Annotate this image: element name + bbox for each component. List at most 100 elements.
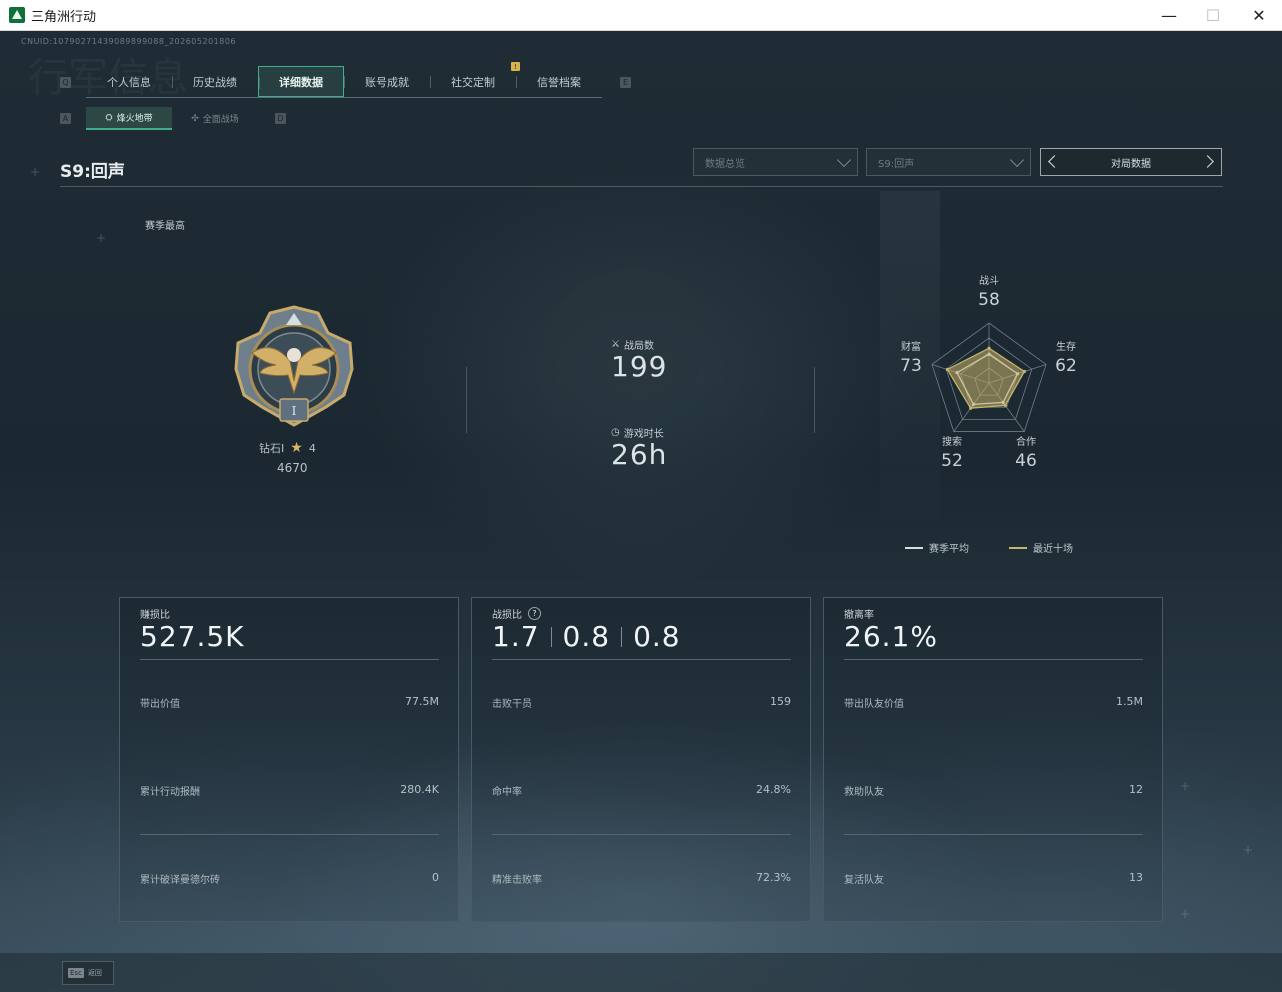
select-value: S9:回声 [878, 158, 915, 170]
data-type-select[interactable]: 数据总览 [693, 148, 858, 176]
radar-axis-label: 战斗 [979, 275, 999, 287]
card-value: 527.5K [140, 620, 245, 653]
divider [550, 626, 552, 647]
mode-subtabs: ⛭ 烽火地带 ✣ 全面战场 [86, 107, 258, 130]
subtab-operations[interactable]: ⛭ 烽火地带 [86, 107, 172, 130]
series-recent-point [969, 406, 973, 410]
window-titlebar: 三角洲行动 — ☐ ✕ [0, 0, 1282, 31]
row-value: 280.4K [400, 783, 439, 796]
tab-reputation[interactable]: 信誉档案 [516, 66, 602, 97]
tab-achievements[interactable]: 账号成就 [344, 66, 430, 97]
tab-social-custom[interactable]: 社交定制 ! [430, 62, 520, 97]
legend-recent: 最近十场 [1009, 540, 1073, 555]
kd-card: 战损比 ? 1.7 0.8 0.8 击败干员 159 命中率 24.8% 精准击败率… [471, 597, 811, 922]
subtab-prev-key[interactable]: A [60, 113, 71, 124]
svg-text:I: I [292, 404, 297, 418]
tab-personal-info[interactable]: 个人信息 [86, 66, 172, 97]
crossed-swords-icon: ⚔ [611, 339, 620, 350]
legend-label: 最近十场 [1033, 544, 1073, 555]
page-title: S9:回声 [60, 162, 125, 182]
tab-label: 个人信息 [107, 75, 151, 89]
star-icon: ★ [290, 440, 303, 456]
tab-prev-key[interactable]: Q [60, 77, 71, 88]
radar-axis-value: 52 [941, 451, 963, 471]
stat-row: 累计行动报酬 280.4K [140, 783, 439, 798]
subtab-next-key[interactable]: D [275, 113, 286, 124]
deco-plus-icon: + [1180, 779, 1191, 793]
card-divider [844, 834, 1143, 835]
legend-season-avg: 赛季平均 [905, 540, 969, 555]
row-value: 13 [1129, 871, 1143, 884]
card-divider [492, 659, 791, 660]
row-value: 159 [770, 695, 791, 708]
help-icon[interactable]: ? [528, 607, 541, 620]
switcher-label: 对局数据 [1111, 158, 1151, 170]
operations-icon: ⛭ [105, 112, 113, 123]
season-select[interactable]: S9:回声 [866, 148, 1031, 176]
chevron-right-icon[interactable] [1201, 155, 1214, 168]
row-value: 72.3% [756, 871, 791, 884]
esc-key: Esc [68, 968, 84, 978]
card-divider [140, 834, 439, 835]
series-recent-point [945, 367, 949, 372]
legend-line [1009, 546, 1027, 549]
divider [814, 367, 815, 433]
minimize-button[interactable]: — [1146, 0, 1192, 31]
card-value: 26.1% [844, 620, 938, 653]
back-label: 返回 [87, 969, 102, 977]
stat-row: 累计破译曼德尔砖 0 [140, 871, 439, 886]
row-label: 命中率 [492, 787, 522, 798]
series-recent-point [987, 346, 991, 350]
rank-stars: 4 [308, 441, 316, 455]
rank-name: 钻石I [259, 442, 285, 455]
match-data-switcher[interactable]: 对局数据 [1040, 148, 1222, 176]
chevron-left-icon[interactable] [1048, 155, 1061, 168]
row-value: 77.5M [405, 695, 439, 708]
maximize-button[interactable]: ☐ [1190, 0, 1236, 31]
card-divider [492, 834, 791, 835]
row-label: 精准击败率 [492, 875, 542, 886]
radar-axis-value: 73 [900, 356, 922, 376]
card-label-text: 战损比 [492, 610, 522, 621]
kd-values: 1.7 0.8 0.8 [492, 620, 681, 653]
chevron-down-icon [1009, 152, 1025, 168]
stat-row: 击败干员 159 [492, 695, 791, 710]
kd-value: 0.8 [562, 620, 611, 653]
series-recent [946, 347, 1026, 409]
series-recent-point [1003, 403, 1007, 407]
divider [466, 367, 467, 433]
stat-row: 带出价值 77.5M [140, 695, 439, 710]
back-button[interactable]: Esc 返回 [62, 961, 114, 985]
chevron-down-icon [836, 152, 852, 168]
series-recent-point [1022, 369, 1026, 374]
row-label: 复活队友 [844, 875, 884, 886]
subtab-label: 全面战场 [202, 115, 239, 125]
tab-match-history[interactable]: 历史战绩 [172, 66, 258, 97]
stat-row: 复活队友 13 [844, 871, 1143, 886]
card-label: 撤离率 [844, 610, 874, 621]
radar-axis-value: 58 [978, 290, 1000, 310]
deco-plus-icon: + [1180, 907, 1191, 921]
ability-radar-chart: 战斗 58 生存 62 合作 46 搜索 52 财富 73 [898, 271, 1088, 471]
extraction-card: 撤离率 26.1% 带出队友价值 1.5M 救助队友 12 复活队友 13 [823, 597, 1163, 922]
legend-label: 赛季平均 [929, 544, 969, 555]
close-button[interactable]: ✕ [1236, 0, 1282, 31]
radar-axis-label: 财富 [901, 340, 921, 353]
subtab-warfare[interactable]: ✣ 全面战场 [172, 107, 258, 130]
stat-row: 带出队友价值 1.5M [844, 695, 1143, 710]
stat-row: 命中率 24.8% [492, 783, 791, 798]
row-value: 1.5M [1116, 695, 1143, 708]
row-label: 击败干员 [492, 699, 532, 710]
radar-axis-label: 搜索 [942, 435, 962, 448]
row-label: 救助队友 [844, 787, 884, 798]
rank-badge-icon: I [234, 305, 354, 427]
tab-detailed-data[interactable]: 详细数据 [258, 66, 344, 97]
clock-icon: ◷ [611, 427, 620, 438]
radar-axis-label: 合作 [1016, 435, 1036, 448]
stat-row: 精准击败率 72.3% [492, 871, 791, 886]
matches-value: 199 [611, 350, 668, 383]
tab-next-key[interactable]: E [620, 77, 631, 88]
subtab-label: 烽火地带 [116, 114, 153, 124]
profit-card: 赚损比 527.5K 带出价值 77.5M 累计行动报酬 280.4K 累计破译曼德… [119, 597, 459, 922]
row-value: 0 [432, 871, 439, 884]
